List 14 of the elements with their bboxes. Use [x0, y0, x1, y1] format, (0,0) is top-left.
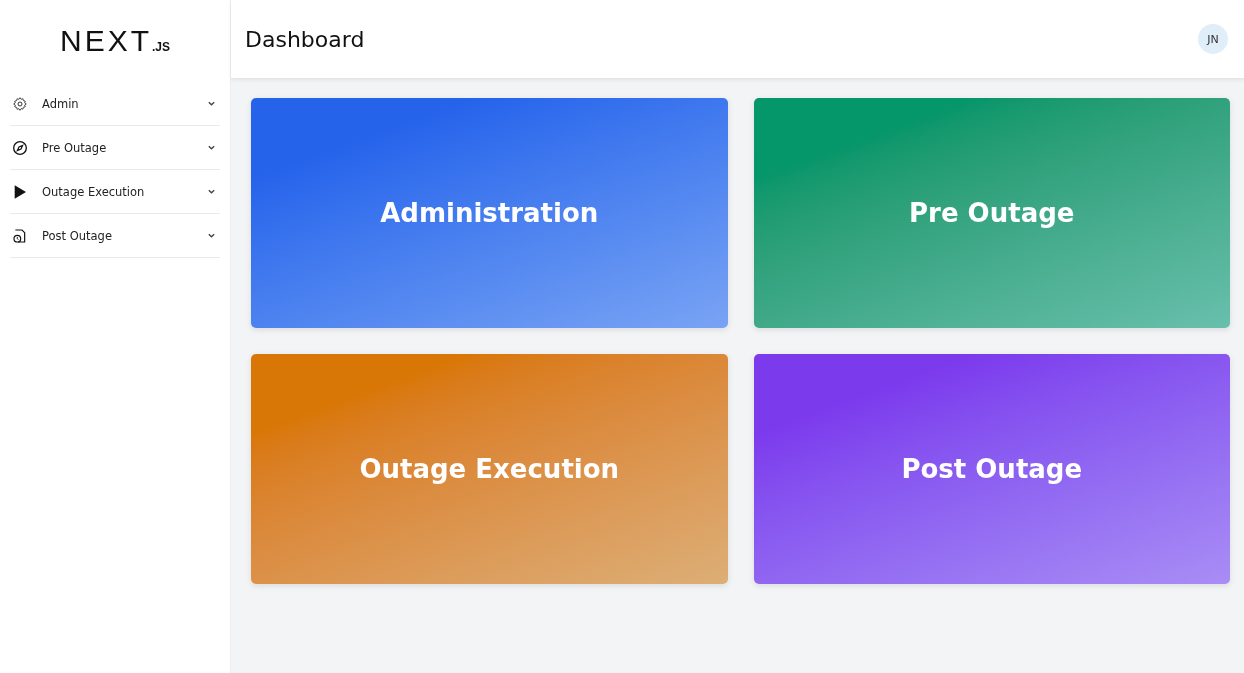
sidebar-item[interactable]: Admin: [10, 82, 220, 126]
page-title: Dashboard: [245, 26, 365, 52]
play-icon: [12, 183, 28, 200]
gear-icon: [12, 95, 28, 112]
user-avatar[interactable]: JN: [1198, 24, 1228, 54]
logo-suffix: .JS: [152, 40, 170, 54]
dashboard-card[interactable]: Administration: [251, 98, 728, 328]
clock-document-icon: [12, 227, 28, 244]
logo-wordmark: NEXT: [60, 24, 152, 58]
dashboard-card[interactable]: Post Outage: [753, 354, 1230, 584]
sidebar-item[interactable]: Post Outage: [10, 214, 220, 258]
sidebar-item[interactable]: Outage Execution: [10, 170, 220, 214]
sidebar-item[interactable]: Pre Outage: [10, 126, 220, 170]
compass-icon: [12, 139, 28, 156]
